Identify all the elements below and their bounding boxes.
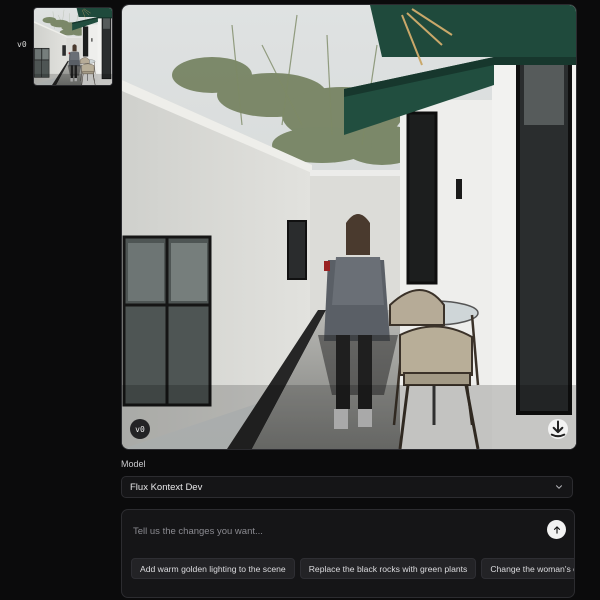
model-label: Model [121, 459, 146, 469]
send-button[interactable] [547, 520, 566, 539]
version-badge: v0 [130, 419, 150, 439]
arrow-up-icon [553, 525, 560, 534]
chevron-down-icon [556, 485, 562, 489]
prompt-input[interactable] [131, 522, 535, 540]
suggestion-chips: Add warm golden lighting to the scene Rep… [131, 558, 574, 579]
model-selected-value: Flux Kontext Dev [130, 481, 203, 493]
thumbnail-image [34, 8, 112, 85]
history-thumbnail[interactable] [33, 7, 113, 86]
history-version-label: v0 [17, 40, 27, 49]
suggestion-chip[interactable]: Replace the black rocks with green plant… [299, 558, 477, 579]
download-button[interactable] [548, 419, 568, 439]
suggestion-chip[interactable]: Change the woman's outfit to [481, 558, 574, 579]
photo-scene [122, 5, 576, 449]
model-select[interactable]: Flux Kontext Dev [121, 476, 573, 498]
suggestion-chip[interactable]: Add warm golden lighting to the scene [131, 558, 295, 579]
prompt-panel: Add warm golden lighting to the sceneRep… [121, 509, 575, 598]
generated-image: v0 [121, 4, 577, 450]
download-icon [550, 420, 566, 438]
